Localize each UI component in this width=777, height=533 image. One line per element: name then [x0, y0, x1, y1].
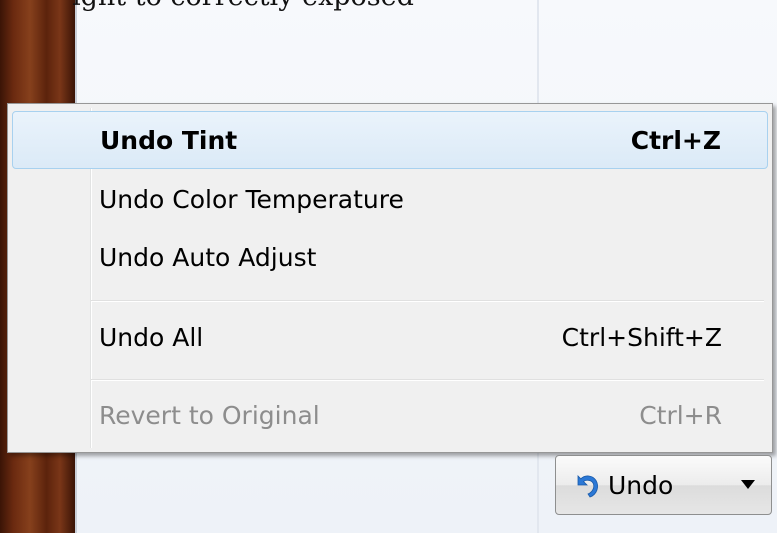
undo-dropdown-menu: Undo Tint Ctrl+Z Undo Color Temperature …	[7, 103, 773, 453]
menu-item-undo-color-temperature[interactable]: Undo Color Temperature	[12, 171, 768, 229]
menu-item-label: Undo Tint	[100, 126, 238, 155]
chevron-down-icon[interactable]	[741, 480, 755, 489]
menu-separator	[91, 379, 764, 381]
background-caption: ight to correctly exposed	[72, 0, 542, 11]
menu-item-label: Undo Auto Adjust	[99, 243, 317, 272]
menu-item-label: Revert to Original	[99, 401, 320, 430]
menu-item-undo-all[interactable]: Undo All Ctrl+Shift+Z	[12, 309, 768, 367]
menu-item-undo-auto-adjust[interactable]: Undo Auto Adjust	[12, 229, 768, 287]
menu-separator	[91, 300, 764, 302]
menu-item-undo-tint[interactable]: Undo Tint Ctrl+Z	[12, 111, 768, 169]
menu-item-shortcut: Ctrl+R	[639, 401, 722, 430]
menu-item-revert-to-original: Revert to Original Ctrl+R	[12, 387, 768, 445]
undo-arrow-icon	[577, 475, 598, 498]
undo-button-label: Undo	[608, 471, 674, 500]
menu-item-label: Undo Color Temperature	[99, 185, 404, 214]
menu-item-shortcut: Ctrl+Shift+Z	[561, 323, 722, 352]
menu-item-shortcut: Ctrl+Z	[630, 126, 721, 155]
undo-split-button[interactable]: Undo	[555, 455, 772, 515]
menu-item-label: Undo All	[99, 323, 204, 352]
